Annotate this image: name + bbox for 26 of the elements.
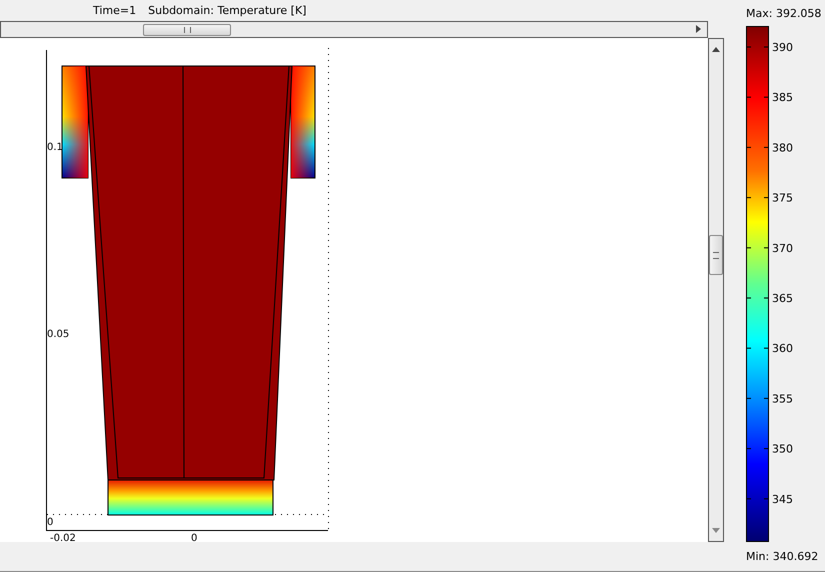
scrollbar-thumb[interactable] <box>143 24 231 36</box>
scroll-down-icon[interactable] <box>712 528 720 533</box>
colorbar-tick-label: 370 <box>772 242 793 255</box>
scroll-up-icon[interactable] <box>712 47 720 52</box>
max-label: Max: 392.058 <box>746 6 822 22</box>
axis-tick-label: -0.02 <box>50 533 76 542</box>
time-label: Time=1 <box>93 4 136 17</box>
axis-tick-label: 0.1 <box>47 142 63 153</box>
axis-tick-label: 0 <box>191 533 198 542</box>
min-label: Min: 340.692 <box>746 549 818 565</box>
scrollbar-thumb[interactable] <box>709 235 723 275</box>
colorbar-tick-label: 375 <box>772 192 793 205</box>
colorbar-tick-label: 345 <box>772 492 793 506</box>
colorbar-tick-label: 360 <box>772 342 793 356</box>
colorbar-tick-label: 385 <box>772 91 793 104</box>
colorbar-tick-label: 350 <box>772 442 793 456</box>
colorbar-tick-label: 355 <box>772 392 793 406</box>
colorbar-tick-label: 365 <box>772 292 793 305</box>
vertical-scrollbar[interactable] <box>708 38 724 542</box>
colorbar-tick-label: 380 <box>772 141 793 154</box>
plot-title: Subdomain: Temperature [K] <box>148 4 306 17</box>
axis-tick-label: 0.05 <box>47 329 70 340</box>
horizontal-scrollbar[interactable] <box>0 21 708 38</box>
axis-tick-label: 0 <box>47 517 54 528</box>
scroll-right-icon[interactable] <box>696 25 701 33</box>
colorbar-tick-label: 390 <box>772 41 793 54</box>
